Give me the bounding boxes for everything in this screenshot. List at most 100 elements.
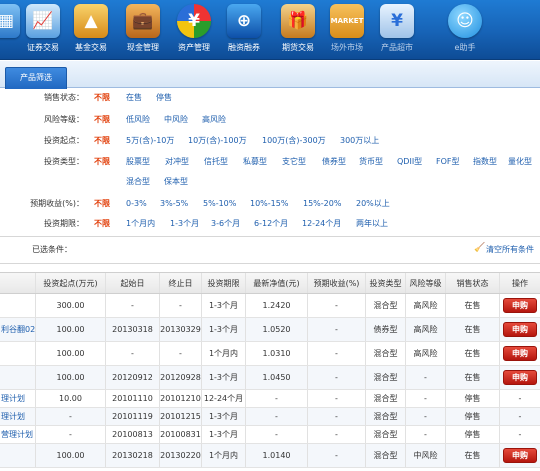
filter-option[interactable]: 支它型: [282, 154, 306, 170]
broom-icon: 🧹: [474, 243, 486, 253]
filter-option[interactable]: 100万(含)-300万: [262, 133, 326, 149]
table-cell: -: [106, 342, 160, 365]
filter-option[interactable]: 高风险: [202, 112, 226, 128]
column-header[interactable]: 销售状态: [446, 273, 500, 293]
filter-option[interactable]: 债券型: [322, 154, 346, 170]
column-header: [0, 273, 36, 293]
column-header[interactable]: 投资起点(万元): [36, 273, 106, 293]
filter-option[interactable]: 不限: [94, 112, 110, 128]
filter-option[interactable]: 0-3%: [126, 196, 147, 212]
filter-option[interactable]: QDII型: [397, 154, 422, 170]
product-name-link[interactable]: 营理计划: [0, 426, 36, 443]
filter-option[interactable]: 6-12个月: [254, 216, 288, 232]
filter-option[interactable]: 指数型: [473, 154, 497, 170]
table-row: 营理计划 - 20100813 20100831 1-3个月 - - 混合型 -…: [0, 426, 540, 444]
filter-option[interactable]: 不限: [94, 196, 110, 212]
table-cell: 1-3个月: [202, 426, 246, 443]
toolbar-item-assistant[interactable]: ☺ e助手: [440, 0, 490, 60]
table-cell: 12-24个月: [202, 390, 246, 407]
toolbar-item-cash[interactable]: 💼 现金管理: [118, 0, 168, 60]
buy-button[interactable]: 申购: [503, 370, 537, 385]
clear-all-conditions-link[interactable]: 清空所有条件: [486, 244, 534, 255]
buy-button[interactable]: 申购: [503, 322, 537, 337]
filter-option[interactable]: 在售: [126, 90, 142, 106]
toolbar-item-securities[interactable]: 📈 证券交易: [20, 0, 66, 60]
filter-option[interactable]: 不限: [94, 133, 110, 149]
buy-button[interactable]: 申购: [503, 298, 537, 313]
toolbar-label: 基金交易: [75, 43, 107, 52]
column-header[interactable]: 最新净值(元): [246, 273, 308, 293]
product-name-link[interactable]: 理计划: [0, 408, 36, 425]
filter-option[interactable]: 20%以上: [356, 196, 390, 212]
filter-option[interactable]: 5%-10%: [203, 196, 236, 212]
product-name-link[interactable]: [0, 294, 36, 317]
filter-option[interactable]: 15%-20%: [303, 196, 341, 212]
table-cell: -: [406, 426, 446, 443]
filter-option[interactable]: FOF型: [436, 154, 460, 170]
filter-option[interactable]: 10%-15%: [250, 196, 288, 212]
column-header[interactable]: 起始日: [106, 273, 160, 293]
product-name-link[interactable]: [0, 366, 36, 389]
table-cell: -: [406, 390, 446, 407]
filter-option[interactable]: 1-3个月: [170, 216, 199, 232]
filter-option[interactable]: 3-6个月: [211, 216, 240, 232]
filter-option[interactable]: 货币型: [359, 154, 383, 170]
stock-chart-icon: 📈: [26, 4, 60, 38]
action-cell: 申购: [500, 366, 540, 389]
column-header[interactable]: 终止日: [160, 273, 202, 293]
toolbar-item-asset[interactable]: ¥ 资产管理: [170, 0, 218, 60]
column-header[interactable]: 投资期限: [202, 273, 246, 293]
filter-option[interactable]: 低风险: [126, 112, 150, 128]
filter-option[interactable]: 3%-5%: [160, 196, 188, 212]
table-cell: 在售: [446, 444, 500, 467]
column-header[interactable]: 预期收益(%): [308, 273, 366, 293]
tab-product-filter[interactable]: 产品筛选: [5, 67, 67, 89]
table-cell: -: [308, 444, 366, 467]
table-cell: -: [308, 318, 366, 341]
toolbar-item-product-mall[interactable]: ¥ 产品超市: [372, 0, 422, 60]
table-cell: -: [36, 408, 106, 425]
product-name-link[interactable]: [0, 342, 36, 365]
table-cell: 混合型: [366, 426, 406, 443]
filter-option[interactable]: 量化型: [508, 154, 532, 170]
filter-option[interactable]: 对冲型: [165, 154, 189, 170]
filter-option[interactable]: 私募型: [243, 154, 267, 170]
filter-option[interactable]: 信托型: [204, 154, 228, 170]
toolbar-item-otc[interactable]: MARKET 场外市场: [324, 0, 370, 60]
product-name-link[interactable]: [0, 444, 36, 467]
column-header[interactable]: 风险等级: [406, 273, 446, 293]
table-cell: 20101210: [160, 390, 202, 407]
table-cell: 100.00: [36, 318, 106, 341]
table-cell: 1个月内: [202, 444, 246, 467]
table-cell: 20101110: [106, 390, 160, 407]
filter-option[interactable]: 中风险: [164, 112, 188, 128]
table-cell: 停售: [446, 426, 500, 443]
filter-option[interactable]: 5万(含)-10万: [126, 133, 174, 149]
table-cell: -: [406, 408, 446, 425]
filter-option[interactable]: 停售: [156, 90, 172, 106]
toolbar-item-margin[interactable]: ⊕ 融资融券: [220, 0, 268, 60]
filter-option[interactable]: 两年以上: [356, 216, 388, 232]
filter-option[interactable]: 1个月内: [126, 216, 155, 232]
toolbar-item-futures[interactable]: 🎁 期货交易: [274, 0, 322, 60]
grid-icon: ▦: [0, 4, 20, 38]
filter-option[interactable]: 保本型: [164, 174, 188, 190]
filter-option[interactable]: 混合型: [126, 174, 150, 190]
buy-button[interactable]: 申购: [503, 346, 537, 361]
product-name-link[interactable]: 利谷翻02: [0, 318, 36, 341]
filter-option[interactable]: 10万(含)-100万: [188, 133, 247, 149]
toolbar-item-fund[interactable]: ▲ 基金交易: [68, 0, 114, 60]
filter-option[interactable]: 股票型: [126, 154, 150, 170]
buy-button[interactable]: 申购: [503, 448, 537, 463]
table-cell: 20130329: [160, 318, 202, 341]
filter-option[interactable]: 不限: [94, 90, 110, 106]
filter-option[interactable]: 300万以上: [340, 133, 379, 149]
column-header[interactable]: 投资类型: [366, 273, 406, 293]
market-bag-icon: MARKET: [330, 4, 364, 38]
filter-option[interactable]: 不限: [94, 216, 110, 232]
filter-option[interactable]: 不限: [94, 154, 110, 170]
product-name-link[interactable]: 理计划: [0, 390, 36, 407]
filter-option[interactable]: 12-24个月: [302, 216, 341, 232]
filter-label: 风险等级：: [44, 115, 84, 124]
product-shelf-icon: ¥: [380, 4, 414, 38]
